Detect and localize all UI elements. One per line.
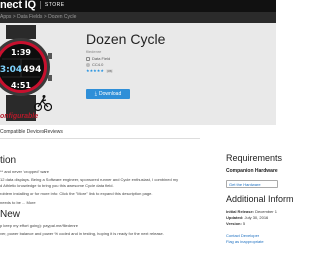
watch-left-value: 3:04 — [0, 65, 22, 75]
download-icon: ⤓ — [94, 90, 97, 97]
get-hardware-button[interactable]: Get the Hardware — [226, 180, 278, 188]
description-line: d Athletic knowledge to bring you this a… — [0, 183, 114, 188]
whats-new-line: ver, power balance and power % coded and… — [0, 231, 164, 236]
version-badge: CC4.0 — [92, 62, 104, 67]
description-line[interactable]: needs to be ... More — [0, 200, 36, 205]
initial-release-label: Initial Release: — [226, 209, 255, 214]
version-dot-icon — [86, 62, 90, 67]
watch-bottom-value: 4:51 — [11, 81, 31, 90]
download-button[interactable]: ⤓ Download — [86, 89, 130, 99]
app-hero: 1:39 3:04 494 4:51 onfigurable Dozen Cyc… — [0, 23, 276, 125]
initial-release-row: Initial Release: December 1 — [226, 209, 277, 214]
watch-right-value: 494 — [23, 65, 42, 75]
brand-logo[interactable]: nect IQ STORE — [0, 0, 65, 11]
version-value: 5 — [242, 221, 246, 226]
configurable-label: onfigurable — [0, 113, 39, 120]
breadcrumb[interactable]: Apps > Data Fields > Dozen Cycle — [0, 14, 76, 20]
app-type: Data Field — [92, 56, 111, 61]
updated-row: Updated: July 30, 2016 — [226, 215, 268, 220]
companion-hardware-label: Companion Hardware — [226, 168, 278, 174]
initial-release-value: December 1 — [255, 209, 277, 214]
rating-row[interactable]: ★★★★★ (36) — [86, 68, 114, 73]
tab-reviews[interactable]: Reviews — [44, 129, 63, 135]
version-row: CC4.0 — [86, 62, 103, 67]
tab-bar: Compatible Devices Reviews — [0, 125, 200, 139]
flag-inappropriate-link[interactable]: Flag as inappropriate — [226, 239, 264, 244]
developer-name[interactable]: fliedenre — [86, 49, 101, 54]
rating-count: (36) — [105, 68, 114, 73]
store-label: STORE — [44, 2, 65, 9]
description-heading: tion — [0, 155, 17, 166]
description-line: 12 data displays. Being a Software engin… — [0, 177, 179, 182]
cyclist-icon — [33, 95, 52, 112]
rating-stars-icon: ★★★★★ — [86, 68, 104, 73]
version-info-row: Version: 5 — [226, 221, 245, 226]
updated-label: Updated: — [226, 215, 244, 220]
additional-info-heading: Additional Inform — [226, 194, 294, 204]
tab-compatible-devices[interactable]: Compatible Devices — [0, 129, 44, 135]
requirements-heading: Requirements — [226, 153, 283, 163]
updated-value: July 30, 2016 — [244, 215, 269, 220]
brand-divider — [39, 1, 41, 10]
description-line: ** and never ‘cropped’ ware — [0, 169, 49, 174]
app-title: Dozen Cycle — [86, 31, 166, 47]
whats-new-heading: New — [0, 209, 21, 220]
data-field-icon — [86, 56, 90, 61]
breadcrumb-bar: Apps > Data Fields > Dozen Cycle — [0, 12, 276, 23]
brand-name: nect IQ — [0, 0, 36, 11]
whats-new-line[interactable]: p keep my effort going): paypal.me/flied… — [0, 223, 78, 228]
version-label: Version: — [226, 221, 242, 226]
watch-preview-image: 1:39 3:04 494 4:51 onfigurable — [0, 25, 52, 121]
download-label: Download — [98, 91, 122, 97]
app-type-row: Data Field — [86, 56, 110, 61]
top-nav-bar: nect IQ STORE — [0, 0, 276, 12]
watch-top-value: 1:39 — [11, 48, 31, 57]
description-line: roblem installing or for more info: Clic… — [0, 191, 153, 196]
contact-developer-link[interactable]: Contact Developer — [226, 233, 259, 238]
